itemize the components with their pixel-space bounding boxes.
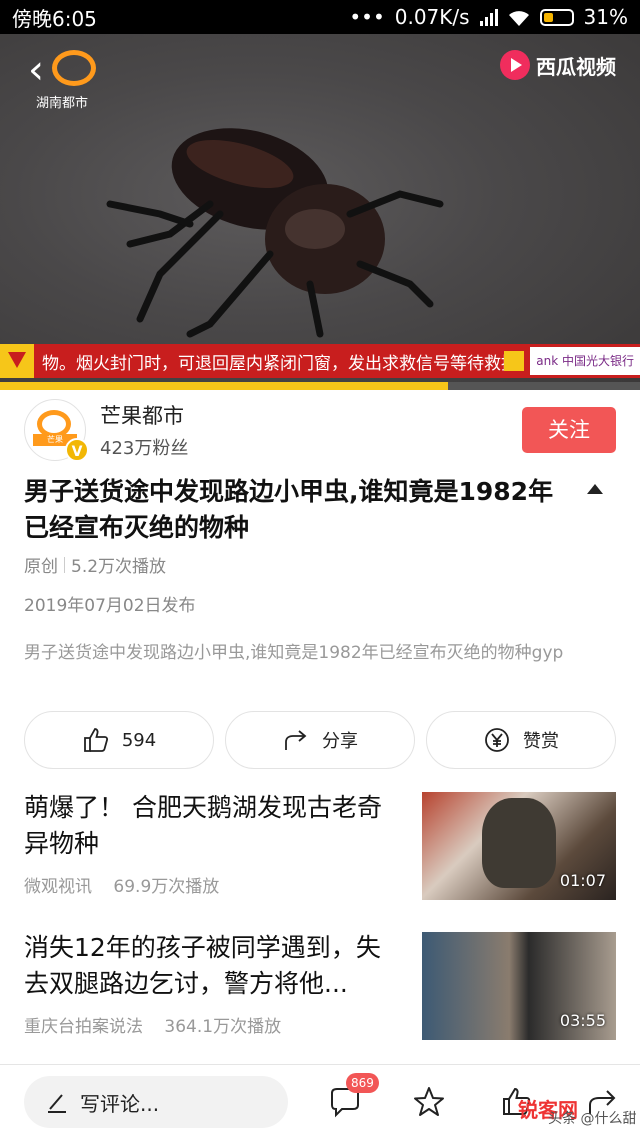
related-video-source: 微观视讯 (24, 877, 92, 897)
reward-button[interactable]: 赞赏 (426, 711, 616, 769)
yen-coin-icon (485, 728, 509, 752)
battery-percent: 31% (583, 5, 628, 29)
video-description: 男子送货途中发现路边小甲虫,谁知竟是1982年已经宣布灭绝的物种gyp (24, 643, 564, 663)
share-button[interactable]: 分享 (225, 711, 415, 769)
battery-icon (539, 8, 574, 26)
related-video-thumbnail[interactable]: 03:55 (422, 932, 616, 1040)
ticker-text: 物。烟火封门时，可退回屋内紧闭门窗，发出求救信号等待救援 (42, 353, 505, 374)
status-bar: 傍晚6:05 ••• 0.07K/s 31% (0, 0, 640, 34)
related-video-item[interactable]: 消失12年的孩子被同学遇到，失去双腿路边乞讨，警方将他... 重庆台拍案说法 3… (24, 930, 616, 1040)
play-count: 5.2万次播放 (71, 557, 167, 577)
reward-label: 赞赏 (523, 731, 559, 752)
video-player[interactable]: ‹ 湖南都市 西瓜视频 物。烟火封门时，可退回屋内紧闭门窗，发出求救信号等待救援… (0, 34, 640, 390)
ticker-bank-text: ank 中国光大银行 (530, 347, 640, 375)
ticker-icon (0, 344, 34, 378)
wifi-icon (508, 8, 530, 26)
hunan-dushi-logo: 湖南都市 (36, 46, 116, 116)
channel-row: 芒果 V 芒果都市 423万粉丝 关注 (24, 398, 616, 462)
collapse-arrow-icon[interactable] (587, 484, 603, 494)
related-video-item[interactable]: 萌爆了！ 合肥天鹅湖发现古老奇异物种 微观视讯 69.9万次播放 01:07 (24, 790, 616, 900)
signal-icon (479, 8, 498, 26)
like-count: 594 (121, 729, 157, 751)
related-video-title: 萌爆了！ 合肥天鹅湖发现古老奇异物种 (24, 793, 382, 858)
related-video-source: 重庆台拍案说法 (24, 1017, 143, 1037)
share-label: 分享 (322, 731, 358, 752)
comment-input[interactable]: 写评论... (24, 1076, 288, 1128)
action-buttons: 594 分享 赞赏 (24, 711, 616, 769)
network-speed: 0.07K/s (394, 5, 470, 29)
xigua-video-logo: 西瓜视频 (500, 50, 616, 80)
follow-button[interactable]: 关注 (522, 407, 616, 453)
video-meta: 原创 5.2万次播放 (24, 552, 166, 577)
video-title: 男子送货途中发现路边小甲虫,谁知竟是1982年已经宣布灭绝的物种 (24, 477, 554, 542)
related-video-meta: 重庆台拍案说法 364.1万次播放 (24, 1012, 281, 1037)
thumbs-up-icon (83, 728, 108, 752)
star-icon[interactable] (412, 1085, 446, 1119)
status-time: 傍晚6:05 (12, 6, 97, 31)
video-duration: 03:55 (559, 1011, 606, 1030)
related-video-meta: 微观视讯 69.9万次播放 (24, 872, 219, 897)
related-video-title: 消失12年的孩子被同学遇到，失去双腿路边乞讨，警方将他... (24, 933, 381, 998)
like-button[interactable]: 594 (24, 711, 214, 769)
channel-avatar[interactable]: 芒果 V (24, 399, 89, 462)
turtle-image (482, 798, 556, 888)
xigua-icon (500, 50, 530, 80)
beetle-image (106, 128, 444, 338)
original-tag: 原创 (24, 557, 58, 577)
publish-date: 2019年07月02日发布 (24, 596, 196, 616)
pen-icon (48, 1094, 66, 1113)
share-icon (285, 730, 307, 750)
news-ticker: 物。烟火封门时，可退回屋内紧闭门窗，发出求救信号等待救援 ank 中国光大银行 (0, 344, 640, 378)
channel-fans: 423万粉丝 (100, 438, 189, 459)
related-video-plays: 69.9万次播放 (113, 877, 220, 897)
status-indicators: ••• 0.07K/s 31% (349, 5, 628, 29)
video-progress-bar[interactable] (0, 382, 640, 390)
notification-dots: ••• (349, 5, 385, 29)
channel-name[interactable]: 芒果都市 (100, 400, 522, 430)
video-duration: 01:07 (559, 871, 606, 890)
related-video-thumbnail[interactable]: 01:07 (422, 792, 616, 900)
comment-placeholder: 写评论... (80, 1091, 160, 1116)
verified-icon: V (65, 438, 89, 462)
related-video-plays: 364.1万次播放 (164, 1017, 282, 1037)
watermark-text: 头条 @什么甜 (548, 1111, 637, 1127)
comment-count-badge: 869 (346, 1073, 379, 1093)
video-progress-fill (0, 382, 448, 390)
